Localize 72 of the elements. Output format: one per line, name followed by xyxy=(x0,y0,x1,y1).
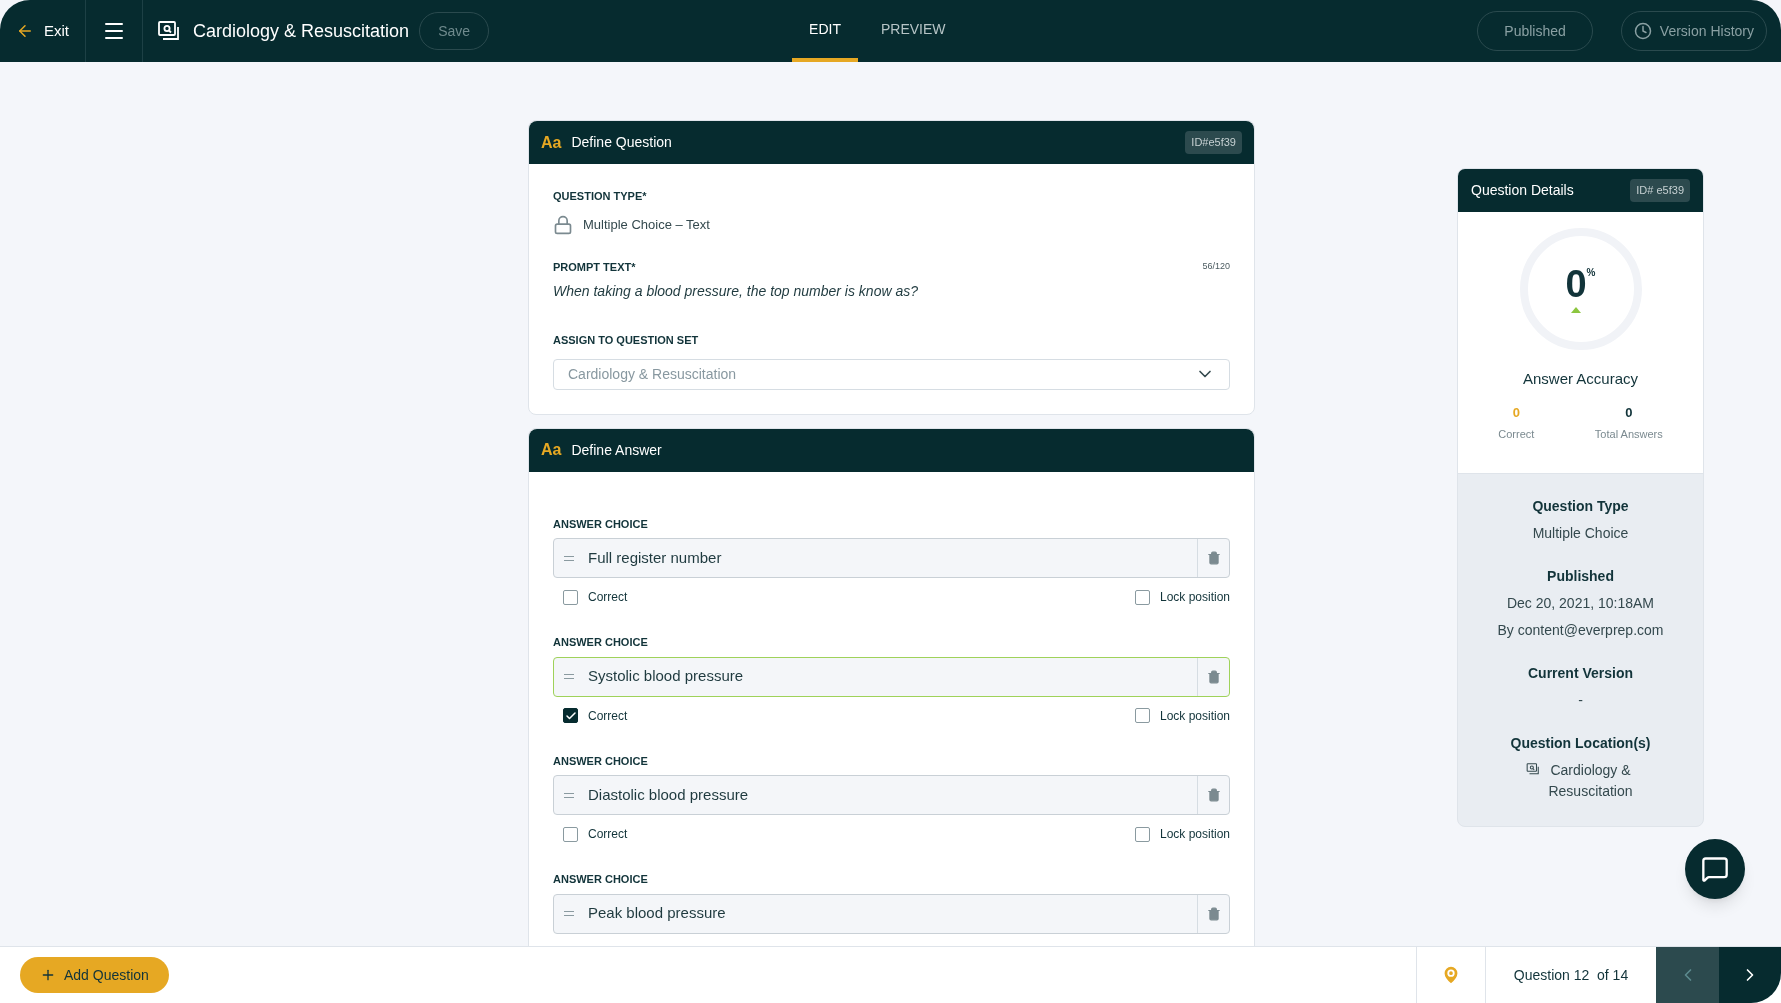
detail-heading: Question Type xyxy=(1532,496,1629,516)
lock-icon xyxy=(553,214,573,235)
checkbox-label: Lock position xyxy=(1159,707,1230,725)
field-label: ANSWER CHOICE xyxy=(553,753,649,769)
card-title: Define Answer xyxy=(571,440,662,460)
id-badge: ID#e5f39 xyxy=(1185,131,1242,154)
detail-heading: Question Location(s) xyxy=(1510,733,1651,753)
trash-icon[interactable] xyxy=(1206,788,1221,802)
chat-button[interactable] xyxy=(1685,839,1745,899)
prompt-text: When taking a blood pressure, the top number is know as? xyxy=(553,282,919,301)
answer-field[interactable]: Systolic blood pressure xyxy=(553,656,1230,697)
card-title: Define Question xyxy=(571,133,672,152)
tab[interactable]: PREVIEW xyxy=(863,0,963,62)
field-label: ASSIGN TO QUESTION SET xyxy=(553,333,700,348)
correct-checkbox[interactable] xyxy=(563,826,578,842)
detail-value: By content@everprep.com xyxy=(1497,620,1664,640)
answer-field[interactable]: Full register number xyxy=(553,538,1230,578)
lock-position-checkbox[interactable] xyxy=(1134,589,1150,605)
correct-count: 0 xyxy=(1512,403,1520,422)
stat-label: Correct xyxy=(1498,427,1535,442)
panel-title: Question Details xyxy=(1471,181,1574,200)
detail-value: Dec 20, 2021, 10:18AM xyxy=(1506,593,1655,613)
lock-position-checkbox[interactable] xyxy=(1134,708,1150,723)
field-label: PROMPT TEXT* xyxy=(553,259,636,275)
question-set-icon xyxy=(157,19,181,43)
checkbox-label: Lock position xyxy=(1159,589,1230,606)
exit-button[interactable]: Exit xyxy=(0,0,86,62)
field-label: QUESTION TYPE* xyxy=(553,189,648,204)
detail-value: - xyxy=(1578,690,1583,710)
total-count: 0 xyxy=(1625,403,1633,422)
drag-handle-icon[interactable] xyxy=(564,792,574,798)
correct-checkbox[interactable] xyxy=(563,589,578,605)
page-title: Cardiology & Resuscitation xyxy=(193,19,410,43)
detail-heading: Current Version xyxy=(1528,663,1633,683)
trash-icon[interactable] xyxy=(1206,669,1221,684)
clock-icon xyxy=(1633,22,1652,40)
drag-handle-icon[interactable] xyxy=(564,555,574,561)
character-count: 56/120 xyxy=(1202,260,1230,273)
add-question-button[interactable]: Add Question xyxy=(20,957,169,993)
chat-bubble-icon[interactable] xyxy=(1701,855,1729,883)
text-type-icon: Aa xyxy=(541,130,562,155)
field-label: ANSWER CHOICE xyxy=(553,516,649,532)
detail-heading: Published xyxy=(1547,566,1614,586)
drag-handle-icon[interactable] xyxy=(564,674,574,679)
lock-position-checkbox[interactable] xyxy=(1134,826,1150,842)
detail-value: Multiple Choice xyxy=(1532,523,1629,543)
checkbox-label: Lock position xyxy=(1159,826,1230,843)
trash-icon[interactable] xyxy=(1206,551,1221,565)
triangle-icon xyxy=(1570,307,1581,313)
accuracy-value: 0 xyxy=(1565,265,1587,303)
location-link[interactable]: Cardiology & Resuscitation xyxy=(1545,759,1636,802)
tab[interactable]: EDIT xyxy=(792,0,858,62)
field-label: ANSWER CHOICE xyxy=(553,635,649,650)
checkbox-label: Correct xyxy=(588,826,628,843)
next-button[interactable] xyxy=(1719,947,1781,1003)
drag-handle-icon[interactable] xyxy=(564,911,574,916)
question-set-icon xyxy=(1525,761,1540,776)
id-badge: ID# e5f39 xyxy=(1630,179,1690,202)
text-type-icon: Aa xyxy=(541,438,562,462)
checkbox-label: Correct xyxy=(588,589,628,606)
answer-field[interactable]: Peak blood pressure xyxy=(553,893,1230,934)
trash-icon[interactable] xyxy=(1206,906,1221,921)
question-type-value: Multiple Choice – Text xyxy=(583,215,710,234)
field-label: ANSWER CHOICE xyxy=(553,872,649,887)
stat-label: Total Answers xyxy=(1594,427,1663,442)
plus-icon xyxy=(40,967,56,983)
checkbox-label: Correct xyxy=(588,707,628,725)
percent-sign: % xyxy=(1586,266,1596,278)
correct-checkbox[interactable] xyxy=(563,708,578,723)
answer-field[interactable]: Diastolic blood pressure xyxy=(553,775,1230,815)
accuracy-label: Answer Accuracy xyxy=(1522,369,1638,389)
question-counter: Question 12 of 14 xyxy=(1512,965,1630,985)
